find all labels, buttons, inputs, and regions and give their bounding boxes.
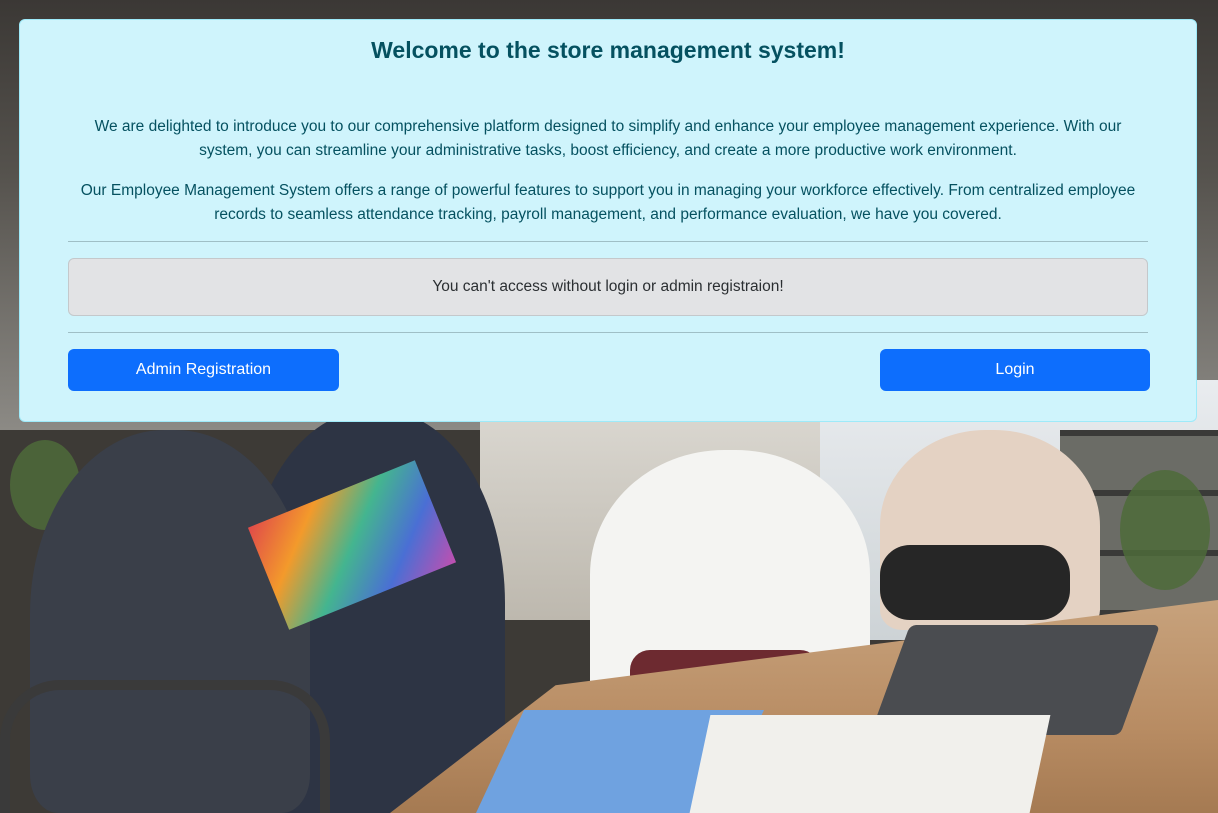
features-paragraph: Our Employee Management System offers a … (80, 182, 1136, 223)
admin-registration-button[interactable]: Admin Registration (68, 349, 339, 391)
divider (68, 332, 1148, 333)
access-notice: You can't access without login or admin … (68, 258, 1148, 316)
intro-paragraph: We are delighted to introduce you to our… (94, 118, 1122, 159)
welcome-card: Welcome to the store management system! … (19, 19, 1197, 422)
divider (68, 241, 1148, 242)
page-title: Welcome to the store management system! (371, 37, 845, 63)
page: Welcome to the store management system! … (0, 0, 1218, 813)
intro-text: We are delighted to introduce you to our… (68, 115, 1148, 243)
login-button[interactable]: Login (880, 349, 1150, 391)
